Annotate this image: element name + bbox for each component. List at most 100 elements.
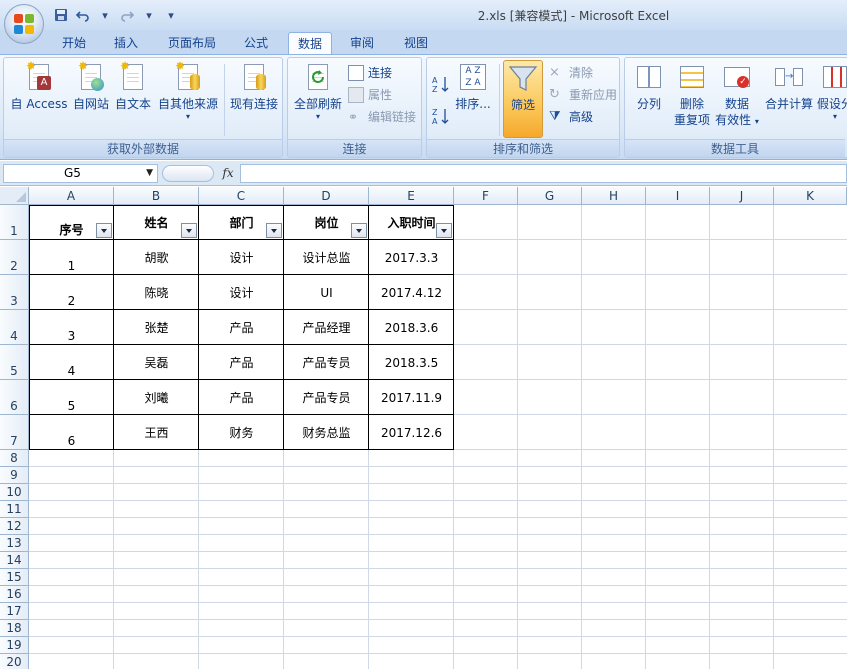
table-cell[interactable]: 刘曦 [114,380,199,415]
name-box[interactable]: G5 ▼ [3,164,158,183]
row-header-20[interactable]: 20 [0,654,29,669]
table-cell[interactable]: 设计总监 [284,240,369,275]
edit-links-button[interactable]: ⚭ 编辑链接 [348,107,416,127]
column-header-g[interactable]: G [518,187,582,205]
row-header-5[interactable]: 5 [0,345,29,380]
table-cell[interactable]: 4 [29,345,114,380]
from-web-button[interactable]: ✸ 自网站 [70,60,112,112]
table-cell[interactable]: 设计 [199,275,284,310]
existing-connections-button[interactable]: 现有连接 [226,60,282,112]
tab-formulas[interactable]: 公式 [236,32,276,54]
tab-data[interactable]: 数据 [288,32,332,54]
formula-input[interactable] [240,164,847,183]
connections-button[interactable]: 连接 [348,63,392,83]
table-cell[interactable]: UI [284,275,369,310]
table-cell[interactable]: 产品 [199,345,284,380]
text-to-columns-button[interactable]: 分列 [629,60,669,112]
row-header-18[interactable]: 18 [0,620,29,637]
row-header-10[interactable]: 10 [0,484,29,501]
row-header-9[interactable]: 9 [0,467,29,484]
autofilter-dropdown-icon[interactable] [96,223,112,238]
row-header-13[interactable]: 13 [0,535,29,552]
table-cell[interactable]: 5 [29,380,114,415]
autofilter-dropdown-icon[interactable] [266,223,282,238]
column-header-c[interactable]: C [199,187,284,205]
table-cell[interactable]: 产品经理 [284,310,369,345]
what-if-analysis-button[interactable]: 假设分 ▾ [815,60,847,122]
table-cell[interactable]: 财务总监 [284,415,369,450]
table-cell[interactable]: 2017.4.12 [369,275,454,310]
tab-page-layout[interactable]: 页面布局 [160,32,224,54]
row-header-3[interactable]: 3 [0,275,29,310]
table-cell[interactable]: 2017.11.9 [369,380,454,415]
table-cell[interactable]: 产品 [199,310,284,345]
column-header-k[interactable]: K [774,187,847,205]
filter-button[interactable]: 筛选 [503,60,543,138]
row-header-4[interactable]: 4 [0,310,29,345]
row-header-16[interactable]: 16 [0,586,29,603]
table-cell[interactable]: 2018.3.5 [369,345,454,380]
column-header-f[interactable]: F [454,187,518,205]
worksheet-grid[interactable]: ABCDEFGHIJK 1 2 3 4 5 6 7 8 9 10 11 12 13 14 15 16 17 18 1… [0,187,847,669]
column-header-j[interactable]: J [710,187,774,205]
consolidate-button[interactable]: → 合并计算 [763,60,815,112]
row-header-14[interactable]: 14 [0,552,29,569]
table-cell[interactable]: 王西 [114,415,199,450]
row-header-15[interactable]: 15 [0,569,29,586]
table-cell[interactable]: 产品专员 [284,380,369,415]
table-cell[interactable]: 3 [29,310,114,345]
select-all-corner[interactable] [0,187,29,205]
row-header-2[interactable]: 2 [0,240,29,275]
table-cell[interactable]: 设计 [199,240,284,275]
column-header-i[interactable]: I [646,187,710,205]
refresh-all-button[interactable]: 全部刷新 ▾ [290,60,346,122]
from-access-button[interactable]: ✸ A 自 Access [8,60,70,112]
data-validation-button[interactable]: ✓ 数据 有效性 ▾ [713,60,761,130]
table-cell[interactable]: 胡歌 [114,240,199,275]
from-other-sources-button[interactable]: ✸ 自其他来源 ▾ [154,60,222,122]
row-header-19[interactable]: 19 [0,637,29,654]
table-cell[interactable]: 2018.3.6 [369,310,454,345]
sort-button[interactable]: A ZZ A 排序... [455,60,491,112]
office-button[interactable] [4,4,44,44]
row-header-12[interactable]: 12 [0,518,29,535]
tab-review[interactable]: 审阅 [342,32,382,54]
row-header-1[interactable]: 1 [0,205,29,240]
table-cell[interactable]: 1 [29,240,114,275]
table-cell[interactable]: 吴磊 [114,345,199,380]
column-header-h[interactable]: H [582,187,646,205]
column-header-a[interactable]: A [29,187,114,205]
column-header-e[interactable]: E [369,187,454,205]
tab-home[interactable]: 开始 [54,32,94,54]
clear-filter-button[interactable]: ⨯ 清除 [549,63,593,83]
autofilter-dropdown-icon[interactable] [181,223,197,238]
row-header-7[interactable]: 7 [0,415,29,450]
row-header-8[interactable]: 8 [0,450,29,467]
insert-function-icon[interactable]: fx [218,164,238,183]
autofilter-dropdown-icon[interactable] [351,223,367,238]
advanced-filter-button[interactable]: ⧩ 高级 [549,107,593,127]
tab-insert[interactable]: 插入 [106,32,146,54]
tab-view[interactable]: 视图 [396,32,436,54]
properties-button[interactable]: 属性 [348,85,392,105]
chevron-down-icon[interactable]: ▼ [146,165,153,182]
remove-duplicates-button[interactable]: 删除 重复项 [671,60,713,128]
table-cell[interactable]: 张楚 [114,310,199,345]
table-cell[interactable]: 产品 [199,380,284,415]
sort-descending-button[interactable]: ZA [431,106,453,126]
from-text-button[interactable]: ✸ 自文本 [112,60,154,112]
table-cell[interactable]: 产品专员 [284,345,369,380]
table-cell[interactable]: 6 [29,415,114,450]
row-header-17[interactable]: 17 [0,603,29,620]
table-cell[interactable]: 财务 [199,415,284,450]
row-header-11[interactable]: 11 [0,501,29,518]
column-header-b[interactable]: B [114,187,199,205]
table-cell[interactable]: 2017.3.3 [369,240,454,275]
row-header-6[interactable]: 6 [0,380,29,415]
formula-bar-resize-handle[interactable] [162,165,214,182]
autofilter-dropdown-icon[interactable] [436,223,452,238]
reapply-button[interactable]: ↻ 重新应用 [549,85,617,105]
sort-ascending-button[interactable]: AZ [431,74,453,94]
table-cell[interactable]: 陈晓 [114,275,199,310]
table-cell[interactable]: 2 [29,275,114,310]
